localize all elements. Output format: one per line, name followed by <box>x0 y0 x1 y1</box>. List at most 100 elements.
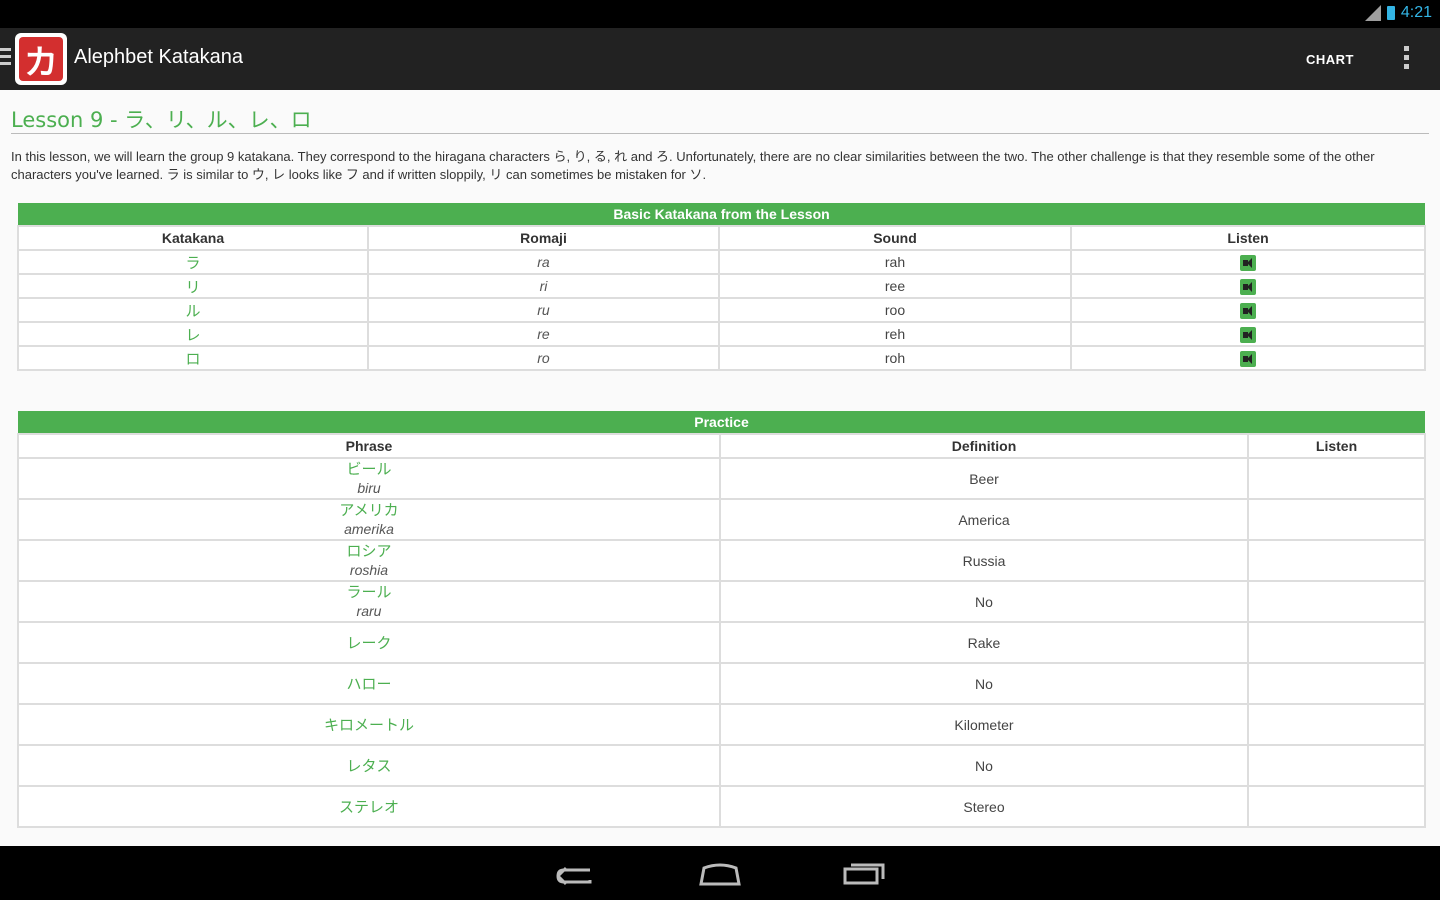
phrase-kana: レーク <box>346 633 392 652</box>
home-icon <box>699 863 741 886</box>
action-bar: カ Alephbet Katakana CHART <box>0 28 1440 90</box>
sound-cell: roh <box>718 345 1072 371</box>
navigation-bar <box>0 846 1440 900</box>
definition-cell: Kilometer <box>719 703 1249 746</box>
sound-cell: rah <box>718 249 1072 275</box>
phrase-cell: レタス <box>17 744 721 787</box>
definition-cell: Russia <box>719 539 1249 582</box>
recents-button[interactable] <box>842 858 886 888</box>
status-bar: 4:21 <box>0 0 1440 28</box>
table-row: レーク Rake <box>17 621 1427 664</box>
app-title: Alephbet Katakana <box>74 46 244 68</box>
phrase-romaji: amerika <box>344 521 394 537</box>
chart-button[interactable]: CHART <box>1306 52 1354 67</box>
app-icon-glyph: カ <box>19 37 63 83</box>
home-button[interactable] <box>698 858 742 888</box>
signal-icon <box>1364 5 1381 21</box>
header-katakana: Katakana <box>17 225 369 251</box>
listen-cell[interactable] <box>1246 457 1427 500</box>
speaker-icon[interactable] <box>1240 278 1257 295</box>
header-definition: Definition <box>719 433 1249 459</box>
romaji-cell: ru <box>367 297 720 323</box>
listen-cell <box>1069 297 1427 323</box>
table-row: ロシア roshia Russia <box>17 539 1427 582</box>
phrase-kana: ステレオ <box>338 797 399 816</box>
lesson-intro: In this lesson, we will learn the group … <box>11 149 1375 182</box>
table-row: キロメートル Kilometer <box>17 703 1427 746</box>
phrase-romaji: raru <box>356 603 382 619</box>
definition-cell: No <box>719 580 1249 623</box>
definition-cell: America <box>719 498 1249 541</box>
app-icon[interactable]: カ <box>15 33 67 85</box>
kana-cell: ル <box>17 297 369 323</box>
title-divider <box>11 133 1429 134</box>
definition-cell: No <box>719 744 1249 787</box>
phrase-cell: キロメートル <box>17 703 721 746</box>
phrase-cell: ハロー <box>17 662 721 705</box>
phrase-cell: ビール biru <box>17 457 721 500</box>
listen-cell <box>1069 321 1427 347</box>
phrase-kana: ラール <box>346 583 392 601</box>
definition-cell: Beer <box>719 457 1249 500</box>
table-row: リ ri ree <box>17 273 1427 299</box>
listen-cell <box>1069 345 1427 371</box>
speaker-icon[interactable] <box>1240 350 1257 367</box>
lesson-content[interactable]: Lesson 9 - ラ、リ、ル、レ、ロ In this lesson, we … <box>0 90 1440 846</box>
listen-cell[interactable] <box>1246 498 1427 541</box>
header-practice-listen: Listen <box>1246 433 1427 459</box>
status-time: 4:21 <box>1400 4 1432 21</box>
sound-cell: ree <box>718 273 1072 299</box>
basic-katakana-table: Basic Katakana from the Lesson Katakana … <box>17 203 1427 371</box>
table-row: アメリカ amerika America <box>17 498 1427 541</box>
table-row: ステレオ Stereo <box>17 785 1427 828</box>
header-sound: Sound <box>718 225 1072 251</box>
table-row: レ re reh <box>17 321 1427 347</box>
listen-cell[interactable] <box>1246 785 1427 828</box>
listen-cell[interactable] <box>1246 580 1427 623</box>
practice-table: Practice Phrase Definition Listen ビール bir… <box>17 411 1427 828</box>
romaji-cell: ra <box>367 249 720 275</box>
phrase-kana: アメリカ <box>339 501 399 519</box>
romaji-cell: ro <box>367 345 720 371</box>
speaker-icon[interactable] <box>1240 254 1257 271</box>
sound-cell: reh <box>718 321 1072 347</box>
battery-icon <box>1386 6 1395 20</box>
speaker-icon[interactable] <box>1240 302 1257 319</box>
listen-cell[interactable] <box>1246 621 1427 664</box>
practice-table-caption: Practice <box>18 411 1426 434</box>
listen-cell[interactable] <box>1246 539 1427 582</box>
kana-cell: ラ <box>17 249 369 275</box>
kana-cell: レ <box>17 321 369 347</box>
phrase-cell: アメリカ amerika <box>17 498 721 541</box>
phrase-cell: ロシア roshia <box>17 539 721 582</box>
phrase-kana: ハロー <box>346 674 392 693</box>
definition-cell: No <box>719 662 1249 705</box>
table-row: ラール raru No <box>17 580 1427 623</box>
romaji-cell: ri <box>367 273 720 299</box>
phrase-kana: キロメートル <box>323 715 414 734</box>
header-listen: Listen <box>1069 225 1427 251</box>
listen-cell[interactable] <box>1246 703 1427 746</box>
table-row: ル ru roo <box>17 297 1427 323</box>
header-romaji: Romaji <box>367 225 720 251</box>
phrase-romaji: roshia <box>349 562 389 578</box>
table-row: レタス No <box>17 744 1427 787</box>
phrase-cell: ステレオ <box>17 785 721 828</box>
listen-cell[interactable] <box>1246 662 1427 705</box>
drawer-indicator-icon[interactable] <box>0 48 11 69</box>
phrase-cell: ラール raru <box>17 580 721 623</box>
table-row: ハロー No <box>17 662 1427 705</box>
overflow-menu-icon[interactable] <box>1404 46 1410 73</box>
basic-table-caption: Basic Katakana from the Lesson <box>18 203 1426 226</box>
status-indicators: 4:21 <box>1364 4 1432 22</box>
back-icon <box>556 866 592 886</box>
listen-cell[interactable] <box>1246 744 1427 787</box>
back-button[interactable] <box>554 858 598 888</box>
definition-cell: Rake <box>719 621 1249 664</box>
table-row: ラ ra rah <box>17 249 1427 275</box>
kana-cell: リ <box>17 273 369 299</box>
romaji-cell: re <box>367 321 720 347</box>
definition-cell: Stereo <box>719 785 1249 828</box>
speaker-icon[interactable] <box>1240 326 1257 343</box>
phrase-kana: ロシア <box>346 542 392 560</box>
